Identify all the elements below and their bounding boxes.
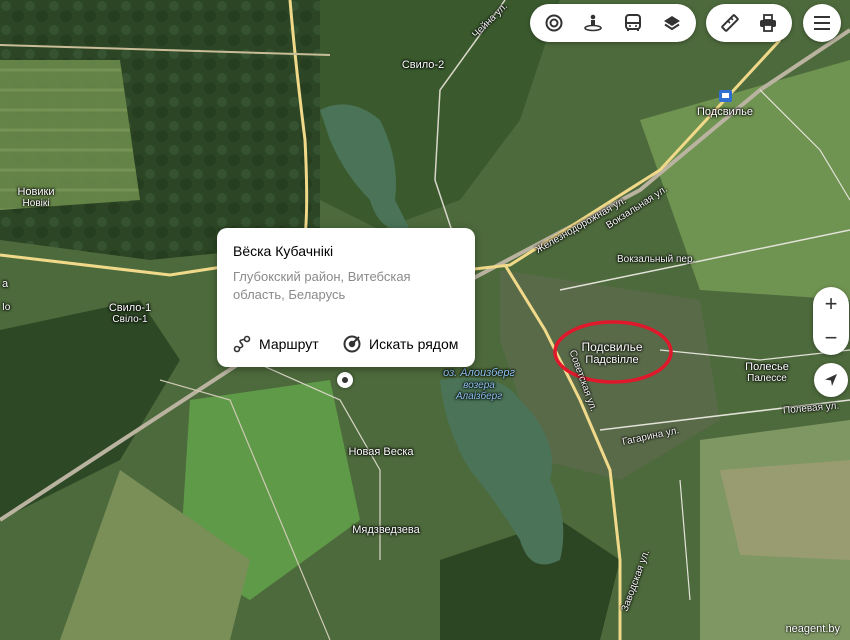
station-label: Подсвилье (697, 106, 753, 118)
map-tools-toolbar (706, 4, 792, 42)
place-label-podsvilye: Подсвилье (581, 340, 643, 354)
search-nearby-button[interactable]: Искать рядом (343, 332, 458, 356)
place-label-noviki-by: Новікі (22, 198, 50, 209)
transport-button[interactable] (615, 4, 651, 42)
menu-button[interactable] (803, 4, 841, 42)
lake-label-by-2: Алаізберг (455, 391, 503, 402)
zoom-out-button[interactable]: − (813, 321, 849, 355)
layers-icon (663, 16, 680, 31)
edge-label-2: Iо (2, 302, 11, 313)
route-icon (233, 335, 251, 353)
location-marker[interactable] (337, 372, 353, 388)
lake-label: оз. Алоизберг (443, 367, 515, 379)
zoom-in-button[interactable]: + (813, 287, 849, 321)
layers-button[interactable] (654, 4, 690, 42)
popup-address: Глубокский район, Витебская область, Бел… (233, 269, 411, 302)
search-nearby-label: Искать рядом (369, 336, 459, 352)
popup-title: Вёска Кубачнікі (233, 243, 334, 259)
map-layers-toolbar (530, 4, 696, 42)
geolocation-button[interactable] (814, 363, 848, 397)
place-label-podsvilye-by: Падсвілле (585, 354, 639, 366)
search-nearby-icon (343, 335, 361, 353)
watermark: neagent.by (785, 623, 840, 635)
route-label: Маршрут (259, 336, 319, 352)
place-label-noviki: Новики (17, 186, 55, 198)
place-label-polesye-by: Палессе (747, 373, 787, 384)
panorama-icon (584, 14, 603, 32)
print-button[interactable] (750, 4, 786, 42)
place-label-svilo1-by: Свіло-1 (112, 314, 148, 325)
location-arrow-icon (825, 374, 837, 386)
place-label-svilo1: Свило-1 (108, 302, 152, 314)
route-button[interactable]: Маршрут (233, 332, 319, 356)
place-label-svilo2: Свило-2 (401, 59, 445, 71)
place-label-polesye: Полесье (745, 361, 789, 373)
edge-label: а (2, 278, 9, 290)
traffic-button[interactable] (536, 4, 572, 42)
place-label-myadzvedzeva: Мядзведзева (352, 524, 420, 536)
field-area (720, 460, 850, 560)
traffic-icon (545, 14, 563, 32)
place-popup: Вёска Кубачнікі Глубокский район, Витебс… (217, 228, 475, 367)
street-label: Вокзальный пер. (617, 254, 696, 265)
place-label-novaya-veska: Новая Веска (348, 446, 414, 458)
ruler-icon (721, 14, 739, 32)
ruler-button[interactable] (712, 4, 748, 42)
menu-icon (814, 16, 830, 30)
transport-icon (624, 14, 641, 31)
print-icon (760, 14, 776, 32)
zoom-control: + − (813, 287, 849, 355)
panorama-button[interactable] (575, 4, 611, 42)
